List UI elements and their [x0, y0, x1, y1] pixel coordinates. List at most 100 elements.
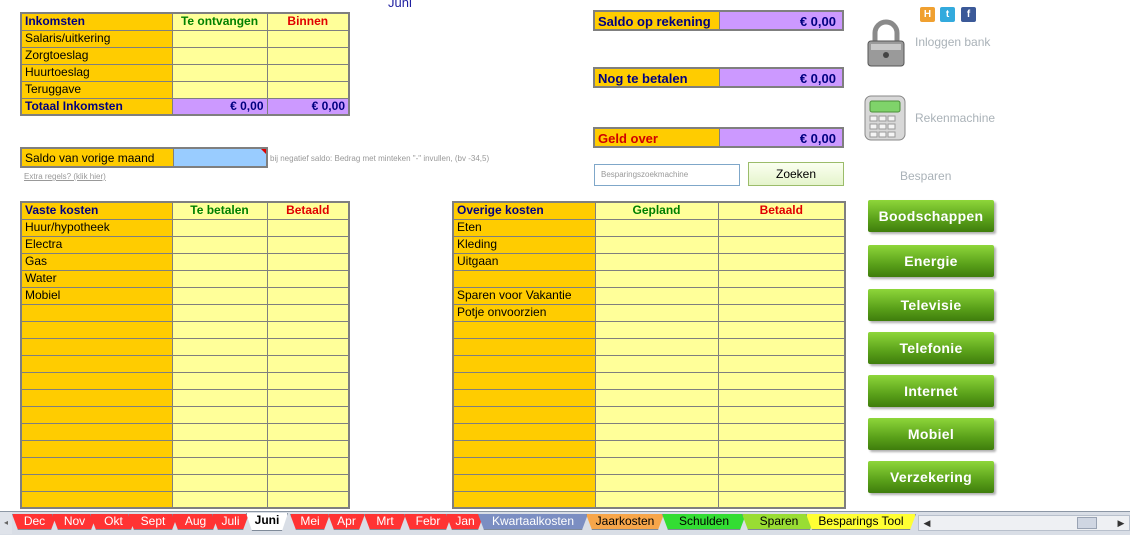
twitter-icon[interactable]: t — [940, 7, 955, 22]
fixed-costs-paid-cell[interactable] — [266, 388, 350, 407]
other-costs-row-label[interactable] — [452, 371, 596, 390]
fixed-costs-planned-cell[interactable] — [171, 235, 268, 254]
other-costs-paid-cell[interactable] — [717, 218, 846, 237]
other-costs-planned-cell[interactable] — [594, 252, 719, 271]
fixed-costs-paid-cell[interactable] — [266, 354, 350, 373]
other-costs-planned-cell[interactable] — [594, 269, 719, 288]
fixed-costs-paid-cell[interactable] — [266, 269, 350, 288]
other-costs-planned-cell[interactable] — [594, 490, 719, 509]
saving-button-internet[interactable]: Internet — [868, 375, 994, 407]
other-costs-paid-cell[interactable] — [717, 320, 846, 339]
fixed-costs-planned-cell[interactable] — [171, 422, 268, 441]
sheet-tab-mei[interactable]: Mei — [290, 514, 330, 530]
sheet-tab-sept[interactable]: Sept — [128, 514, 178, 530]
sheet-tab-schulden[interactable]: Schulden — [662, 514, 746, 530]
other-costs-planned-cell[interactable] — [594, 218, 719, 237]
other-costs-planned-cell[interactable] — [594, 354, 719, 373]
fixed-costs-paid-cell[interactable] — [266, 286, 350, 305]
saving-button-energie[interactable]: Energie — [868, 245, 994, 277]
fixed-costs-planned-cell[interactable] — [171, 269, 268, 288]
other-costs-paid-cell[interactable] — [717, 473, 846, 492]
other-costs-planned-cell[interactable] — [594, 320, 719, 339]
scroll-left-arrow-icon[interactable]: ◀ — [919, 516, 935, 530]
fixed-costs-planned-cell[interactable] — [171, 252, 268, 271]
sheet-tab-apr[interactable]: Apr — [328, 514, 365, 530]
fixed-costs-row-label[interactable] — [20, 405, 173, 424]
fixed-costs-paid-cell[interactable] — [266, 490, 350, 509]
other-costs-paid-cell[interactable] — [717, 439, 846, 458]
search-button[interactable]: Zoeken — [748, 162, 844, 186]
other-costs-paid-cell[interactable] — [717, 337, 846, 356]
other-costs-planned-cell[interactable] — [594, 405, 719, 424]
other-costs-paid-cell[interactable] — [717, 490, 846, 509]
other-costs-row-label[interactable] — [452, 473, 596, 492]
fixed-costs-paid-cell[interactable] — [266, 422, 350, 441]
other-costs-row-label[interactable] — [452, 320, 596, 339]
fixed-costs-paid-cell[interactable] — [266, 439, 350, 458]
fixed-costs-row-label[interactable] — [20, 320, 173, 339]
hyves-icon[interactable]: H — [920, 7, 935, 22]
other-costs-row-label[interactable] — [452, 269, 596, 288]
fixed-costs-row-label[interactable] — [20, 337, 173, 356]
fixed-costs-paid-cell[interactable] — [266, 473, 350, 492]
income-to-receive-cell[interactable] — [171, 63, 268, 82]
calculator-label[interactable]: Rekenmachine — [915, 111, 995, 125]
other-costs-paid-cell[interactable] — [717, 456, 846, 475]
other-costs-paid-cell[interactable] — [717, 388, 846, 407]
other-costs-planned-cell[interactable] — [594, 388, 719, 407]
income-to-receive-cell[interactable] — [171, 29, 268, 48]
fixed-costs-planned-cell[interactable] — [171, 456, 268, 475]
fixed-costs-row-label[interactable] — [20, 354, 173, 373]
fixed-costs-row-label[interactable]: Water — [20, 269, 173, 288]
other-costs-planned-cell[interactable] — [594, 422, 719, 441]
fixed-costs-planned-cell[interactable] — [171, 303, 268, 322]
other-costs-row-label[interactable] — [452, 337, 596, 356]
fixed-costs-row-label[interactable] — [20, 473, 173, 492]
fixed-costs-planned-cell[interactable] — [171, 473, 268, 492]
horizontal-scrollbar[interactable]: ◀ ▶ — [918, 515, 1130, 531]
sheet-tab-dec[interactable]: Dec — [12, 514, 57, 530]
fixed-costs-row-label[interactable] — [20, 422, 173, 441]
fixed-costs-planned-cell[interactable] — [171, 337, 268, 356]
other-costs-paid-cell[interactable] — [717, 405, 846, 424]
fixed-costs-planned-cell[interactable] — [171, 286, 268, 305]
fixed-costs-paid-cell[interactable] — [266, 405, 350, 424]
income-received-cell[interactable] — [266, 29, 350, 48]
fixed-costs-planned-cell[interactable] — [171, 320, 268, 339]
fixed-costs-paid-cell[interactable] — [266, 320, 350, 339]
tab-scroll-left-icon[interactable]: ◂ — [0, 512, 12, 534]
fixed-costs-row-label[interactable] — [20, 388, 173, 407]
other-costs-row-label[interactable]: Eten — [452, 218, 596, 237]
fixed-costs-paid-cell[interactable] — [266, 303, 350, 322]
other-costs-row-label[interactable]: Uitgaan — [452, 252, 596, 271]
fixed-costs-planned-cell[interactable] — [171, 439, 268, 458]
other-costs-row-label[interactable] — [452, 405, 596, 424]
other-costs-row-label[interactable] — [452, 354, 596, 373]
income-received-cell[interactable] — [266, 46, 350, 65]
fixed-costs-paid-cell[interactable] — [266, 218, 350, 237]
fixed-costs-planned-cell[interactable] — [171, 490, 268, 509]
saving-button-verzekering[interactable]: Verzekering — [868, 461, 994, 493]
sheet-tab-mrt[interactable]: Mrt — [364, 514, 406, 530]
income-to-receive-cell[interactable] — [171, 80, 268, 99]
previous-balance-input[interactable] — [173, 149, 266, 166]
fixed-costs-paid-cell[interactable] — [266, 337, 350, 356]
other-costs-planned-cell[interactable] — [594, 235, 719, 254]
fixed-costs-row-label[interactable]: Electra — [20, 235, 173, 254]
income-received-cell[interactable] — [266, 63, 350, 82]
fixed-costs-row-label[interactable]: Gas — [20, 252, 173, 271]
other-costs-row-label[interactable]: Potje onvoorzien — [452, 303, 596, 322]
other-costs-paid-cell[interactable] — [717, 252, 846, 271]
income-received-cell[interactable] — [266, 80, 350, 99]
scroll-right-arrow-icon[interactable]: ▶ — [1113, 516, 1129, 530]
facebook-icon[interactable]: f — [961, 7, 976, 22]
other-costs-row-label[interactable] — [452, 388, 596, 407]
fixed-costs-row-label[interactable] — [20, 303, 173, 322]
other-costs-row-label[interactable]: Kleding — [452, 235, 596, 254]
fixed-costs-planned-cell[interactable] — [171, 354, 268, 373]
other-costs-paid-cell[interactable] — [717, 235, 846, 254]
sheet-tab-febr[interactable]: Febr — [404, 514, 452, 530]
other-costs-planned-cell[interactable] — [594, 303, 719, 322]
other-costs-row-label[interactable]: Sparen voor Vakantie — [452, 286, 596, 305]
savings-search-input[interactable]: Besparingszoekmachine — [594, 164, 740, 186]
